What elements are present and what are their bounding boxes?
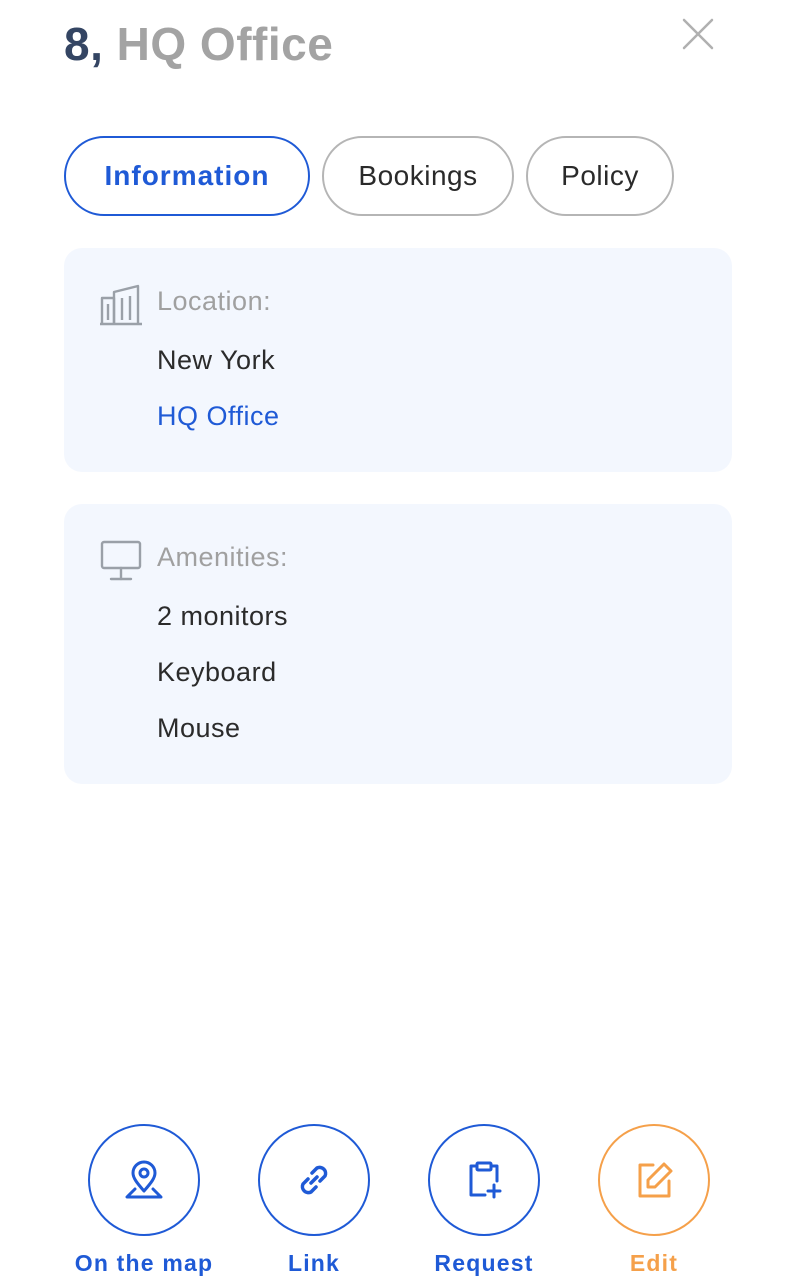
building-icon — [100, 284, 142, 326]
location-card: Location: New York HQ Office — [64, 248, 732, 472]
request-label[interactable]: Request — [394, 1250, 574, 1277]
seat-number: 8, — [64, 18, 104, 70]
tab-bookings[interactable]: Bookings — [322, 136, 514, 216]
on-the-map-button[interactable] — [88, 1124, 200, 1236]
edit-icon — [638, 1162, 673, 1198]
edit-label[interactable]: Edit — [564, 1250, 744, 1277]
request-button[interactable] — [428, 1124, 540, 1236]
amenity-item: Mouse — [157, 713, 241, 743]
link-label[interactable]: Link — [224, 1250, 404, 1277]
amenity-item: 2 monitors — [157, 601, 289, 631]
close-button[interactable] — [680, 16, 716, 52]
link-icon — [300, 1165, 328, 1195]
location-city: New York — [157, 345, 276, 375]
edit-button[interactable] — [598, 1124, 710, 1236]
link-button[interactable] — [258, 1124, 370, 1236]
amenities-label: Amenities: — [157, 542, 289, 572]
clipboard-plus-icon — [469, 1161, 502, 1199]
map-pin-icon — [125, 1160, 163, 1199]
page-title: 8, HQ Office — [64, 14, 333, 74]
on-the-map-label[interactable]: On the map — [54, 1250, 234, 1277]
amenities-card: Amenities: 2 monitors Keyboard Mouse — [64, 504, 732, 784]
seat-location-name: HQ Office — [116, 18, 334, 70]
monitor-icon — [100, 540, 142, 581]
location-label: Location: — [157, 286, 272, 316]
office-link[interactable]: HQ Office — [157, 401, 280, 432]
tab-information[interactable]: Information — [64, 136, 310, 216]
close-icon — [682, 18, 714, 50]
amenity-item: Keyboard — [157, 657, 277, 687]
tab-policy[interactable]: Policy — [526, 136, 674, 216]
